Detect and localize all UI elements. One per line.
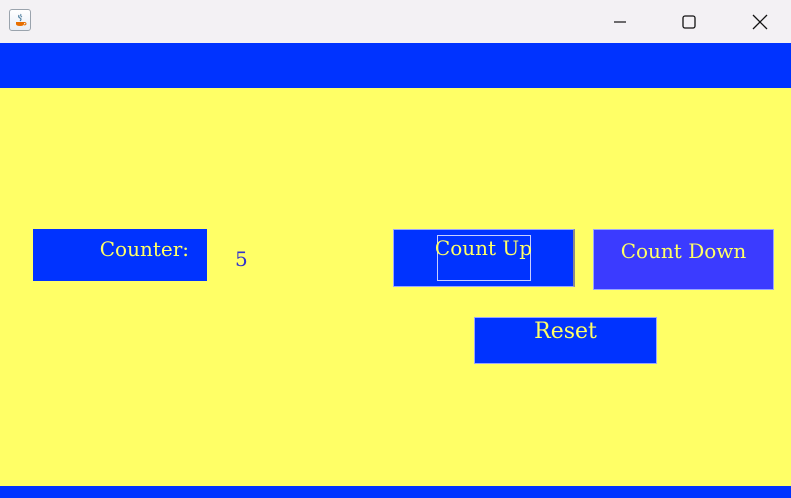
- count-up-button[interactable]: Count Up: [393, 229, 575, 287]
- java-app-icon: [9, 9, 31, 31]
- close-icon: [752, 14, 768, 29]
- top-band: [0, 43, 791, 88]
- app-window: Counter: 5 Count Up Count Down Reset: [0, 0, 791, 498]
- counter-label: Counter:: [33, 229, 207, 281]
- bottom-band: [0, 486, 791, 498]
- count-down-label: Count Down: [620, 239, 747, 263]
- maximize-button[interactable]: [666, 0, 712, 43]
- reset-label: Reset: [534, 319, 597, 344]
- minimize-button[interactable]: [597, 0, 643, 43]
- title-bar[interactable]: [0, 0, 791, 43]
- reset-button[interactable]: Reset: [474, 317, 657, 364]
- close-button[interactable]: [737, 0, 783, 43]
- maximize-icon: [682, 14, 696, 29]
- counter-value: 5: [235, 247, 248, 271]
- count-up-label: Count Up: [434, 236, 533, 260]
- count-down-button[interactable]: Count Down: [593, 229, 774, 290]
- minimize-icon: [614, 20, 626, 23]
